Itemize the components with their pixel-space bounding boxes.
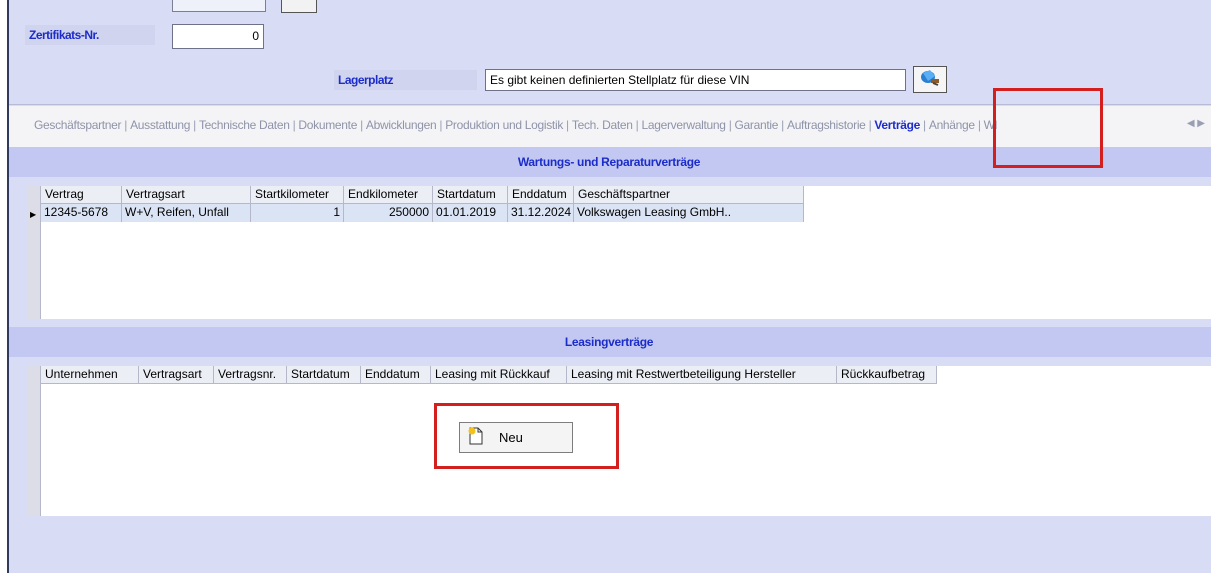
tab-tech-daten[interactable]: Tech. Daten (569, 118, 636, 132)
wartung-section-header: Wartungs- und Reparaturverträge (7, 147, 1211, 177)
cell-startkilometer[interactable]: 1 (251, 204, 344, 222)
col-vertrag[interactable]: Vertrag (41, 186, 122, 203)
tab-wl[interactable]: Wl (981, 118, 1000, 132)
tab-anhänge[interactable]: Anhänge (926, 118, 978, 132)
col-leasing-rueckkauf[interactable]: Leasing mit Rückkauf (431, 366, 567, 383)
tab-auftragshistorie[interactable]: Auftragshistorie (784, 118, 869, 132)
cell-vertragsart[interactable]: W+V, Reifen, Unfall (122, 204, 251, 222)
col-enddatum[interactable]: Enddatum (361, 366, 431, 383)
tab-ausstattung[interactable]: Ausstattung (127, 118, 193, 132)
tab-garantie[interactable]: Garantie (732, 118, 782, 132)
top-input-field[interactable] (172, 0, 266, 12)
col-geschaeftspartner[interactable]: Geschäftspartner (574, 186, 804, 203)
tab-lagerverwaltung[interactable]: Lagerverwaltung (638, 118, 728, 132)
zertifikat-label: Zertifikats-Nr. (25, 25, 155, 45)
table-row[interactable]: 12345-5678 W+V, Reifen, Unfall 1 250000 … (41, 204, 804, 222)
cell-startdatum[interactable]: 01.01.2019 (433, 204, 508, 222)
col-leasing-restwert[interactable]: Leasing mit Restwertbeteiligung Herstell… (567, 366, 837, 383)
vacuum-cleaner-icon (919, 67, 941, 92)
col-vertragsart[interactable]: Vertragsart (122, 186, 251, 203)
col-startkilometer[interactable]: Startkilometer (251, 186, 344, 203)
leasing-grid-header: Unternehmen Vertragsart Vertragsnr. Star… (41, 366, 937, 384)
window-left-border (7, 0, 9, 573)
col-vertragsnr[interactable]: Vertragsnr. (214, 366, 287, 383)
new-button-label: Neu (499, 430, 523, 445)
cell-vertrag[interactable]: 12345-5678 (41, 204, 122, 222)
cell-geschaeftspartner[interactable]: Volkswagen Leasing GmbH.. (574, 204, 804, 222)
col-unternehmen[interactable]: Unternehmen (41, 366, 139, 383)
chevron-right-icon[interactable]: ▶ (1197, 118, 1205, 129)
tab-abwicklungen[interactable]: Abwicklungen (363, 118, 439, 132)
tab-geschäftspartner[interactable]: Geschäftspartner (31, 118, 124, 132)
wartung-grid-header: Vertrag Vertragsart Startkilometer Endki… (41, 186, 804, 204)
col-startdatum[interactable]: Startdatum (433, 186, 508, 203)
leasing-grid: Unternehmen Vertragsart Vertragsnr. Star… (27, 366, 1211, 516)
tab-list: Geschäftspartner | Ausstattung | Technische … (31, 118, 1000, 132)
tab-produktion-und-logistik[interactable]: Produktion und Logistik (442, 118, 566, 132)
cell-enddatum[interactable]: 31.12.2024 (508, 204, 574, 222)
col-rueckkaufbetrag[interactable]: Rückkaufbetrag (837, 366, 937, 383)
stellplatz-pick-button[interactable] (913, 66, 947, 93)
col-endkilometer[interactable]: Endkilometer (344, 186, 433, 203)
col-startdatum[interactable]: Startdatum (287, 366, 361, 383)
top-button[interactable] (281, 0, 317, 13)
zertifikat-field[interactable]: 0 (172, 24, 264, 49)
form-separator (7, 104, 1211, 105)
app-window: Zertifikats-Nr. 0 Lagerplatz Es gibt kei… (7, 0, 1211, 573)
tab-verträge[interactable]: Verträge (871, 118, 923, 132)
row-pointer-icon: ▶ (30, 210, 37, 219)
col-enddatum[interactable]: Enddatum (508, 186, 574, 203)
row-gutter (27, 366, 41, 516)
chevron-left-icon[interactable]: ◀ (1187, 118, 1195, 129)
wartung-grid: Vertrag Vertragsart Startkilometer Endki… (27, 186, 1211, 319)
tab-technische-daten[interactable]: Technische Daten (196, 118, 293, 132)
leasing-section-header: Leasingverträge (7, 327, 1211, 357)
new-document-icon (467, 426, 485, 449)
tab-scroll-arrows[interactable]: ◀ ▶ (1187, 118, 1205, 129)
lagerplatz-field[interactable]: Es gibt keinen definierten Stellplatz fü… (485, 69, 906, 91)
cell-endkilometer[interactable]: 250000 (344, 204, 433, 222)
tab-bar: Geschäftspartner | Ausstattung | Technische … (7, 106, 1211, 149)
row-gutter (27, 186, 41, 319)
tab-dokumente[interactable]: Dokumente (295, 118, 360, 132)
new-button[interactable]: Neu (459, 422, 573, 453)
lagerplatz-label: Lagerplatz (334, 70, 477, 90)
col-vertragsart[interactable]: Vertragsart (139, 366, 214, 383)
